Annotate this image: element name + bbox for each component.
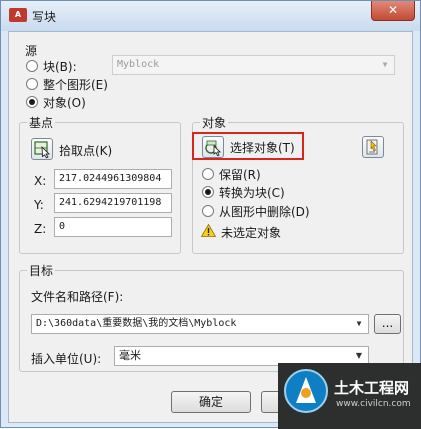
objects-label: 对象 bbox=[200, 114, 229, 131]
file-path-combo[interactable]: D:\360data\重要数据\我的文档\Myblock ▼ bbox=[31, 314, 369, 334]
browse-button[interactable]: ... bbox=[374, 314, 401, 334]
y-coordinate-input[interactable]: 241.6294219701198 bbox=[54, 193, 172, 213]
radio-objects-label: 对象(O) bbox=[43, 96, 86, 110]
pick-point-label: 拾取点(K) bbox=[59, 144, 113, 158]
quick-select-icon bbox=[366, 139, 378, 155]
select-objects-icon bbox=[205, 140, 221, 157]
block-name-combo: Myblock ▼ bbox=[112, 55, 395, 75]
radio-delete-from-drawing-label: 从图形中删除(D) bbox=[219, 205, 310, 219]
radio-delete-from-drawing[interactable] bbox=[202, 205, 214, 217]
insert-units-label: 插入单位(U): bbox=[31, 352, 102, 366]
radio-retain[interactable] bbox=[202, 168, 214, 180]
chevron-down-icon: ▼ bbox=[356, 319, 362, 328]
pick-point-icon bbox=[34, 141, 50, 159]
target-label: 目标 bbox=[27, 262, 56, 279]
no-objects-selected-text: 未选定对象 bbox=[221, 226, 282, 240]
file-path-label: 文件名和路径(F): bbox=[31, 290, 124, 304]
radio-convert-to-block[interactable] bbox=[202, 186, 214, 198]
file-path-value: D:\360data\重要数据\我的文档\Myblock bbox=[36, 318, 237, 329]
radio-block[interactable] bbox=[26, 60, 38, 72]
y-label: Y: bbox=[34, 198, 44, 212]
insert-units-value: 毫米 bbox=[119, 349, 141, 362]
radio-entire-drawing-label: 整个图形(E) bbox=[43, 78, 108, 92]
title-bar: A 写块 ✕ bbox=[1, 1, 420, 31]
watermark-url: www.civilcn.com bbox=[336, 399, 411, 409]
pick-point-button[interactable] bbox=[31, 138, 53, 160]
block-name-value: Myblock bbox=[117, 59, 160, 70]
quick-select-button[interactable] bbox=[362, 136, 384, 158]
close-button[interactable]: ✕ bbox=[371, 1, 415, 21]
radio-retain-label: 保留(R) bbox=[219, 168, 261, 182]
ok-button[interactable]: 确定 bbox=[171, 391, 251, 413]
x-label: X: bbox=[34, 174, 47, 188]
radio-block-label: 块(B): bbox=[43, 60, 77, 74]
watermark-title: 土木工程网 bbox=[334, 379, 410, 397]
site-watermark: 土木工程网 www.civilcn.com bbox=[278, 363, 421, 429]
radio-entire-drawing[interactable] bbox=[26, 78, 38, 90]
z-coordinate-input[interactable]: 0 bbox=[54, 217, 172, 237]
source-label: 源 bbox=[25, 44, 38, 58]
watermark-logo-icon bbox=[284, 369, 328, 413]
chevron-down-icon: ▼ bbox=[355, 351, 363, 360]
select-objects-label: 选择对象(T) bbox=[230, 141, 295, 155]
autocad-icon: A bbox=[9, 8, 27, 22]
warning-icon bbox=[201, 224, 216, 237]
write-block-dialog: A 写块 ✕ 源 块(B): Myblock ▼ 整个图形(E) 对象(O) 基… bbox=[0, 0, 421, 429]
base-point-label: 基点 bbox=[27, 114, 56, 131]
window-title: 写块 bbox=[32, 10, 57, 24]
radio-convert-to-block-label: 转换为块(C) bbox=[219, 186, 285, 200]
radio-objects[interactable] bbox=[26, 96, 38, 108]
z-label: Z: bbox=[34, 222, 47, 236]
x-coordinate-input[interactable]: 217.0244961309804 bbox=[54, 169, 172, 189]
select-objects-button[interactable] bbox=[202, 136, 224, 158]
chevron-down-icon: ▼ bbox=[382, 60, 388, 69]
